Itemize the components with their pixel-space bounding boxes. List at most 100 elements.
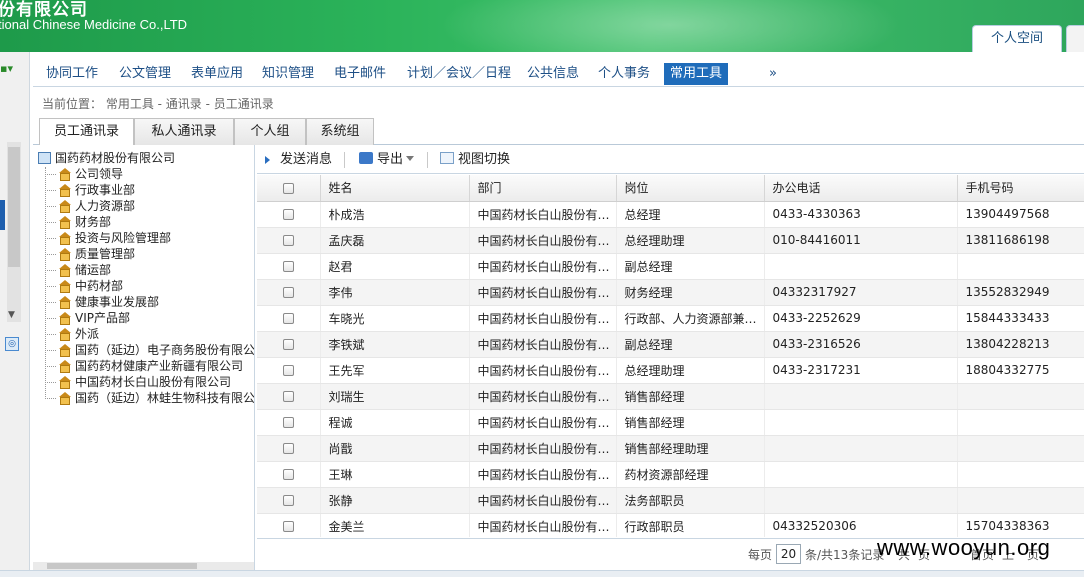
tree-node[interactable]: 财务部 (45, 214, 111, 230)
row-checkbox[interactable] (257, 227, 321, 254)
table-row[interactable]: 孟庆磊 中国药材长白山股份有… 总经理助理 010-84416011 138116861… (257, 227, 1084, 254)
nav-item-knowledge[interactable]: 知识管理 (256, 63, 320, 85)
column-header-name[interactable]: 姓名 (320, 175, 470, 202)
row-checkbox[interactable] (257, 435, 321, 462)
table-row[interactable]: 李伟 中国药材长白山股份有… 财务经理 04332317927 13552832949 (257, 279, 1084, 306)
row-checkbox[interactable] (257, 279, 321, 306)
cell-office-phone: 010-84416011 (764, 227, 958, 254)
nav-item-forms[interactable]: 表单应用 (185, 63, 249, 85)
cell-department: 中国药材长白山股份有… (469, 435, 617, 462)
tab-personal-space[interactable]: 个人空间 (972, 25, 1062, 52)
tab-extra[interactable] (1066, 25, 1084, 52)
collapse-toggle-icon[interactable]: ▪▾ (0, 62, 22, 80)
table-row[interactable]: 王先军 中国药材长白山股份有… 总经理助理 0433-2317231 188043327… (257, 357, 1084, 384)
row-checkbox[interactable] (257, 383, 321, 410)
row-checkbox[interactable] (257, 331, 321, 358)
cell-name: 赵君 (320, 253, 470, 280)
cell-position: 销售部经理助理 (616, 435, 765, 462)
export-button[interactable]: 导出 (359, 151, 415, 169)
sidebar-scroll-thumb[interactable] (8, 147, 20, 267)
cell-office-phone (764, 487, 958, 514)
per-page-input[interactable]: 20 (776, 544, 801, 564)
row-checkbox[interactable] (257, 201, 321, 228)
tree-node[interactable]: 外派 (45, 326, 99, 342)
left-sidebar-strip: ▪▾ ▼ ◎ (0, 52, 30, 577)
chevron-down-icon (406, 156, 415, 161)
nav-item-tools[interactable]: 常用工具 (664, 63, 729, 85)
tree-node[interactable]: 储运部 (45, 262, 111, 278)
tree-node[interactable]: 质量管理部 (45, 246, 135, 262)
cell-office-phone: 0433-4330363 (764, 201, 958, 228)
column-header-department[interactable]: 部门 (469, 175, 617, 202)
table-row[interactable]: 王琳 中国药材长白山股份有… 药材资源部经理 (257, 461, 1084, 488)
tree-root[interactable]: 国药药材股份有限公司 (38, 150, 175, 166)
tab-personal-group[interactable]: 个人组 (234, 118, 306, 145)
breadcrumb: 当前位置： 常用工具 - 通讯录 - 员工通讯录 (42, 97, 274, 111)
tree-node[interactable]: 国药（延边）林蛙生物科技有限公 (45, 390, 254, 406)
tree-node[interactable]: 健康事业发展部 (45, 294, 159, 310)
department-icon (58, 200, 71, 213)
tree-node[interactable]: 中药材部 (45, 278, 123, 294)
banner-glow (420, 0, 920, 52)
department-icon (58, 232, 71, 245)
row-checkbox[interactable] (257, 513, 321, 537)
tab-private-contacts[interactable]: 私人通讯录 (134, 118, 234, 145)
cell-mobile: 13804228213 (957, 331, 1084, 358)
table-row[interactable]: 张静 中国药材长白山股份有… 法务部职员 (257, 487, 1084, 514)
column-header-mobile[interactable]: 手机号码 (957, 175, 1084, 202)
row-checkbox[interactable] (257, 409, 321, 436)
switch-view-button[interactable]: 视图切换 (440, 151, 510, 169)
cell-position: 副总经理 (616, 253, 765, 280)
tree-node[interactable]: 国药（延边）电子商务股份有限公 (45, 342, 254, 358)
row-checkbox[interactable] (257, 305, 321, 332)
row-checkbox[interactable] (257, 253, 321, 280)
cell-position: 财务经理 (616, 279, 765, 306)
cell-department: 中国药材长白山股份有… (469, 357, 617, 384)
switch-view-label: 视图切换 (458, 152, 511, 167)
tree-node[interactable]: 公司领导 (45, 166, 123, 182)
column-header-office-phone[interactable]: 办公电话 (764, 175, 958, 202)
tree-scroll-thumb[interactable] (47, 563, 197, 569)
scroll-down-icon[interactable]: ▼ (8, 310, 15, 320)
cell-mobile: 15844333433 (957, 305, 1084, 332)
nav-item-collab[interactable]: 协同工作 (40, 63, 104, 85)
nav-item-plan[interactable]: 计划／会议／日程 (401, 63, 517, 85)
column-header-position[interactable]: 岗位 (616, 175, 765, 202)
table-row[interactable]: 程诚 中国药材长白山股份有… 销售部经理 (257, 409, 1084, 436)
tree-node[interactable]: VIP产品部 (45, 310, 130, 326)
table-row[interactable]: 赵君 中国药材长白山股份有… 副总经理 (257, 253, 1084, 280)
nav-item-docs[interactable]: 公文管理 (113, 63, 177, 85)
cell-department: 中国药材长白山股份有… (469, 461, 617, 488)
row-checkbox[interactable] (257, 487, 321, 514)
nav-more-icon[interactable]: » (769, 63, 777, 85)
cell-position: 药材资源部经理 (616, 461, 765, 488)
tree-node[interactable]: 中国药材长白山股份有限公司 (45, 374, 231, 390)
cell-name: 朴成浩 (320, 201, 470, 228)
cell-mobile (957, 487, 1084, 514)
tab-system-group[interactable]: 系统组 (306, 118, 374, 145)
nav-item-public[interactable]: 公共信息 (521, 63, 585, 85)
cell-office-phone (764, 253, 958, 280)
tree-node[interactable]: 国药药材健康产业新疆有限公司 (45, 358, 243, 374)
app-icon[interactable]: ◎ (5, 337, 19, 351)
table-row[interactable]: 朴成浩 中国药材长白山股份有… 总经理 0433-4330363 13904497568 (257, 201, 1084, 228)
tree-horizontal-scrollbar[interactable] (33, 562, 254, 570)
tree-node[interactable]: 投资与风险管理部 (45, 230, 171, 246)
nav-item-personal[interactable]: 个人事务 (592, 63, 656, 85)
table-row[interactable]: 李铁斌 中国药材长白山股份有… 副总经理 0433-2316526 1380422821… (257, 331, 1084, 358)
send-message-button[interactable]: 发送消息 (265, 151, 332, 169)
tab-employee-contacts[interactable]: 员工通讯录 (39, 118, 134, 145)
cell-mobile: 13552832949 (957, 279, 1084, 306)
row-checkbox[interactable] (257, 461, 321, 488)
table-row[interactable]: 尚戬 中国药材长白山股份有… 销售部经理助理 (257, 435, 1084, 462)
tree-node[interactable]: 行政事业部 (45, 182, 135, 198)
toolbar-divider (427, 152, 428, 168)
tree-node[interactable]: 人力资源部 (45, 198, 135, 214)
row-checkbox[interactable] (257, 357, 321, 384)
nav-item-email[interactable]: 电子邮件 (328, 63, 392, 85)
select-all-checkbox[interactable] (257, 175, 321, 202)
table-row[interactable]: 车晓光 中国药材长白山股份有… 行政部、人力资源部兼… 0433-2252629 158… (257, 305, 1084, 332)
table-row[interactable]: 金美兰 中国药材长白山股份有… 行政部职员 04332520306 1570433836… (257, 513, 1084, 537)
cell-office-phone (764, 383, 958, 410)
table-row[interactable]: 刘瑞生 中国药材长白山股份有… 销售部经理 (257, 383, 1084, 410)
